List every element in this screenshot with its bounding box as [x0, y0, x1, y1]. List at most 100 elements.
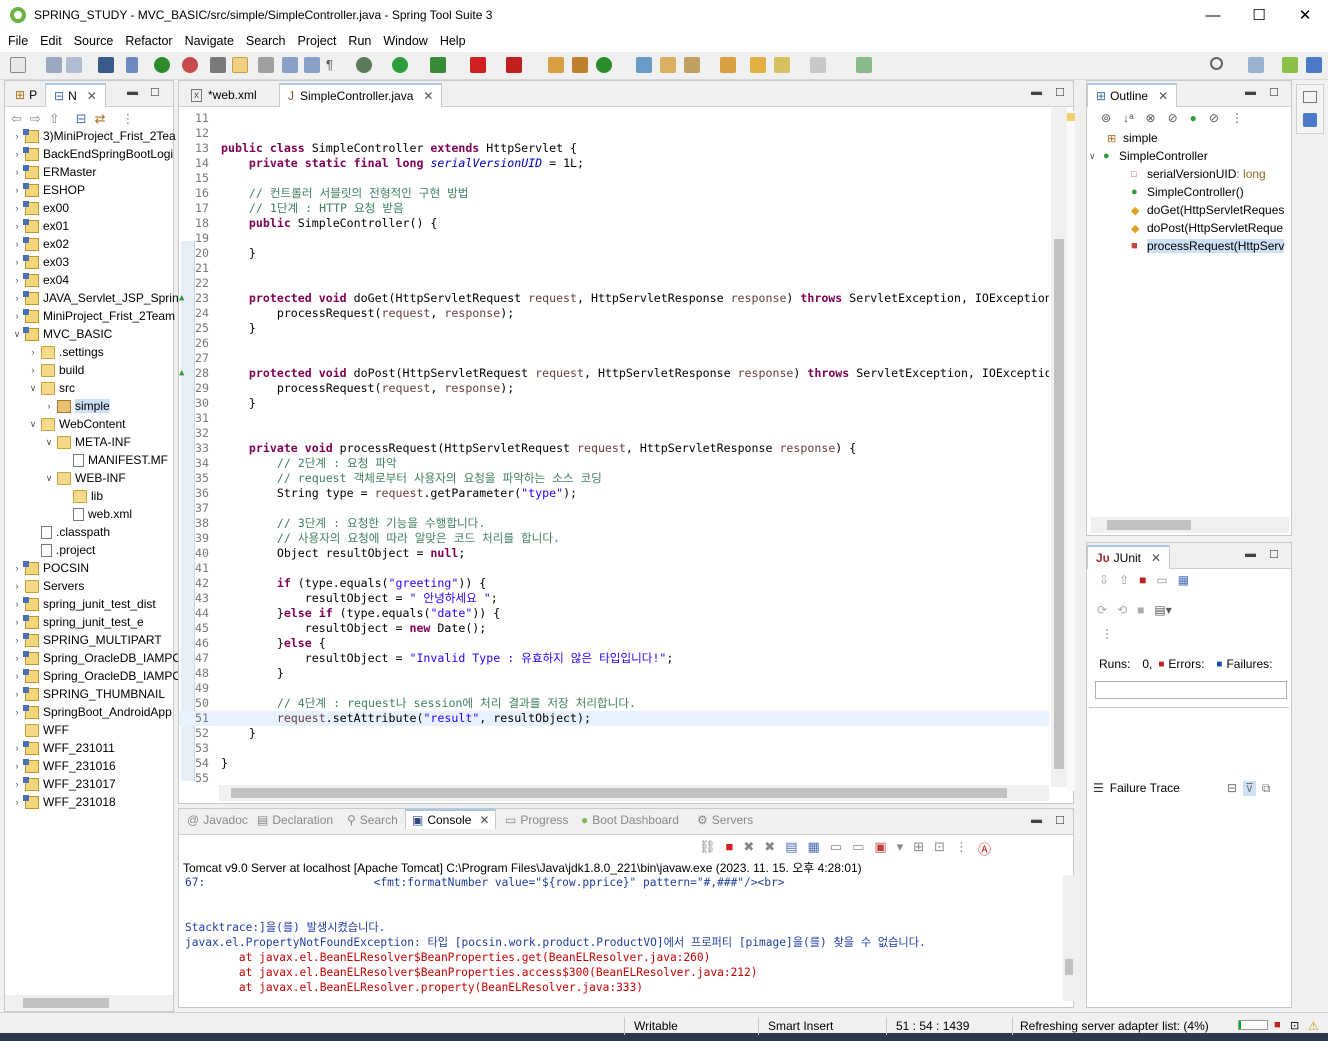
- code-line[interactable]: 51 request.setAttribute("result", result…: [179, 711, 1049, 726]
- explorer-item[interactable]: › POCSIN: [11, 559, 89, 577]
- code-line[interactable]: 13 public class SimpleController extends …: [179, 141, 1049, 156]
- code-line[interactable]: 53: [179, 741, 1049, 756]
- view-menu-icon[interactable]: ⋮: [1231, 111, 1243, 125]
- maximize-icon[interactable]: ☐: [1269, 548, 1279, 561]
- display-console-icon[interactable]: ▾: [897, 839, 904, 858]
- open-perspective-icon[interactable]: [720, 57, 736, 73]
- code-line[interactable]: 47 resultObject = "Invalid Type : 유효하지 않…: [179, 651, 1049, 666]
- spring-perspective-icon[interactable]: [1282, 57, 1298, 73]
- chevron-right-icon[interactable]: ›: [11, 779, 23, 789]
- terminate-icon[interactable]: [506, 57, 522, 73]
- code-line[interactable]: 40 Object resultObject = null;: [179, 546, 1049, 561]
- spring-boot-icon[interactable]: [154, 57, 170, 73]
- editor-hscrollbar[interactable]: [219, 785, 1049, 801]
- show-whitespace-icon[interactable]: ¶: [326, 57, 342, 73]
- code-line[interactable]: 20 }: [179, 246, 1049, 261]
- tab-servers[interactable]: ⚙ Servers: [697, 813, 753, 827]
- pin-icon[interactable]: [126, 57, 138, 73]
- menu-file[interactable]: File: [2, 34, 34, 48]
- terminate-console-icon[interactable]: ■: [726, 839, 734, 858]
- tab-outline[interactable]: ⊞ Outline ✕: [1087, 83, 1178, 107]
- code-line[interactable]: 46 }else {: [179, 636, 1049, 651]
- outline-item[interactable]: ⊞ simple: [1107, 129, 1158, 147]
- tab-boot-dashboard[interactable]: ● Boot Dashboard: [581, 813, 679, 827]
- code-line[interactable]: 32: [179, 426, 1049, 441]
- code-line[interactable]: 23 ▲ protected void doGet(HttpServletRequ…: [179, 291, 1049, 306]
- code-line[interactable]: 21: [179, 261, 1049, 276]
- code-line[interactable]: 36 String type = request.getParameter("t…: [179, 486, 1049, 501]
- restore-icon[interactable]: [1303, 91, 1317, 103]
- explorer-item[interactable]: ∨ MVC_BASIC: [11, 325, 112, 343]
- open-type-icon[interactable]: [210, 57, 226, 73]
- explorer-item[interactable]: › ex02: [11, 235, 69, 253]
- code-line[interactable]: 22: [179, 276, 1049, 291]
- outline-hscrollbar[interactable]: [1091, 517, 1289, 533]
- failures-only-icon[interactable]: ■: [1139, 573, 1146, 587]
- code-line[interactable]: 14 private static final long serialVersi…: [179, 156, 1049, 171]
- explorer-item[interactable]: › Spring_OracleDB_IAMPO: [11, 667, 182, 685]
- explorer-item[interactable]: MANIFEST.MF: [59, 451, 168, 469]
- code-line[interactable]: 28 ▲ protected void doPost(HttpServletReq…: [179, 366, 1049, 381]
- explorer-item[interactable]: › ex00: [11, 199, 69, 217]
- outline-item[interactable]: ∨ ● SimpleController: [1089, 147, 1208, 165]
- chevron-down-icon[interactable]: ∨: [1089, 151, 1096, 162]
- close-button[interactable]: ✕: [1282, 0, 1328, 30]
- explorer-item[interactable]: › WFF_231016: [11, 757, 116, 775]
- code-line[interactable]: 19: [179, 231, 1049, 246]
- word-wrap-console-icon[interactable]: ▦: [807, 839, 819, 858]
- task-status[interactable]: Refreshing server adapter list: (4%): [1020, 1019, 1209, 1033]
- menu-project[interactable]: Project: [292, 34, 343, 48]
- warning-marker[interactable]: [1067, 113, 1075, 121]
- explorer-item[interactable]: › BackEndSpringBootLogi: [11, 145, 173, 163]
- code-line[interactable]: 34 // 2단계 : 요청 파악: [179, 456, 1049, 471]
- menu-help[interactable]: Help: [434, 34, 472, 48]
- block-select-icon[interactable]: [282, 57, 298, 73]
- close-icon[interactable]: ✕: [423, 89, 433, 103]
- search-tool-icon[interactable]: [684, 57, 700, 73]
- code-line[interactable]: 50 // 4단계 : request나 session에 처리 결과를 저장 …: [179, 696, 1049, 711]
- explorer-item[interactable]: › ex03: [11, 253, 69, 271]
- pin-console-icon[interactable]: ▣: [874, 839, 886, 858]
- code-line[interactable]: 54}: [179, 756, 1049, 771]
- code-line[interactable]: 11: [179, 111, 1049, 126]
- compare-icon[interactable]: ⊟: [1227, 781, 1237, 796]
- code-line[interactable]: 49: [179, 681, 1049, 696]
- new-console-icon[interactable]: ⊞: [913, 839, 924, 858]
- hide-nonpublic-icon[interactable]: ●: [1190, 111, 1197, 125]
- explorer-item[interactable]: › 3)MiniProject_Frist_2Tea: [11, 127, 176, 145]
- code-line[interactable]: 24 processRequest(request, response);: [179, 306, 1049, 321]
- tab-web-xml[interactable]: x *web.xml: [183, 83, 265, 107]
- highlight-icon[interactable]: [232, 57, 248, 73]
- open-folder-icon[interactable]: [636, 57, 652, 73]
- tab-declaration[interactable]: ▤ Declaration: [257, 813, 333, 827]
- code-line[interactable]: 27: [179, 351, 1049, 366]
- external-tools-icon[interactable]: [856, 57, 872, 73]
- stop-run-icon[interactable]: ■: [1137, 603, 1144, 617]
- close-icon[interactable]: ✕: [479, 813, 489, 827]
- save-icon[interactable]: [46, 57, 62, 73]
- code-line[interactable]: 39 // 사용자의 요청에 따라 알맞은 코드 처리를 합니다.: [179, 531, 1049, 546]
- hide-static-icon[interactable]: ⊘: [1168, 111, 1178, 125]
- minimize-button[interactable]: —: [1190, 0, 1236, 30]
- copy-trace-icon[interactable]: ⧉: [1262, 781, 1271, 796]
- hide-fields-icon[interactable]: ⊗: [1146, 111, 1156, 125]
- code-line[interactable]: 29 processRequest(request, response);: [179, 381, 1049, 396]
- tab-search[interactable]: ⚲ Search: [347, 813, 398, 827]
- minimize-icon[interactable]: ▬: [1031, 86, 1042, 98]
- refresh-icon[interactable]: [182, 57, 198, 73]
- link-icon[interactable]: ⛓: [699, 839, 716, 858]
- menu-refactor[interactable]: Refactor: [119, 34, 178, 48]
- chevron-right-icon[interactable]: ›: [11, 203, 23, 213]
- open-console-icon[interactable]: ⊡: [934, 839, 945, 858]
- chevron-right-icon[interactable]: ›: [11, 185, 23, 195]
- explorer-item[interactable]: .classpath: [27, 523, 110, 541]
- chevron-down-icon[interactable]: ∨: [27, 383, 39, 394]
- outline-item[interactable]: □ serialVersionUID : long: [1131, 165, 1266, 183]
- chevron-right-icon[interactable]: ›: [27, 365, 39, 375]
- code-line[interactable]: 12: [179, 126, 1049, 141]
- forward-nav-icon[interactable]: ⇨: [30, 111, 41, 127]
- back-nav-icon[interactable]: ⇦: [11, 111, 22, 127]
- link-editor-icon[interactable]: ⇄: [95, 111, 106, 127]
- code-line[interactable]: 43 resultObject = " 안녕하세요 ";: [179, 591, 1049, 606]
- explorer-item[interactable]: ∨ WebContent: [27, 415, 126, 433]
